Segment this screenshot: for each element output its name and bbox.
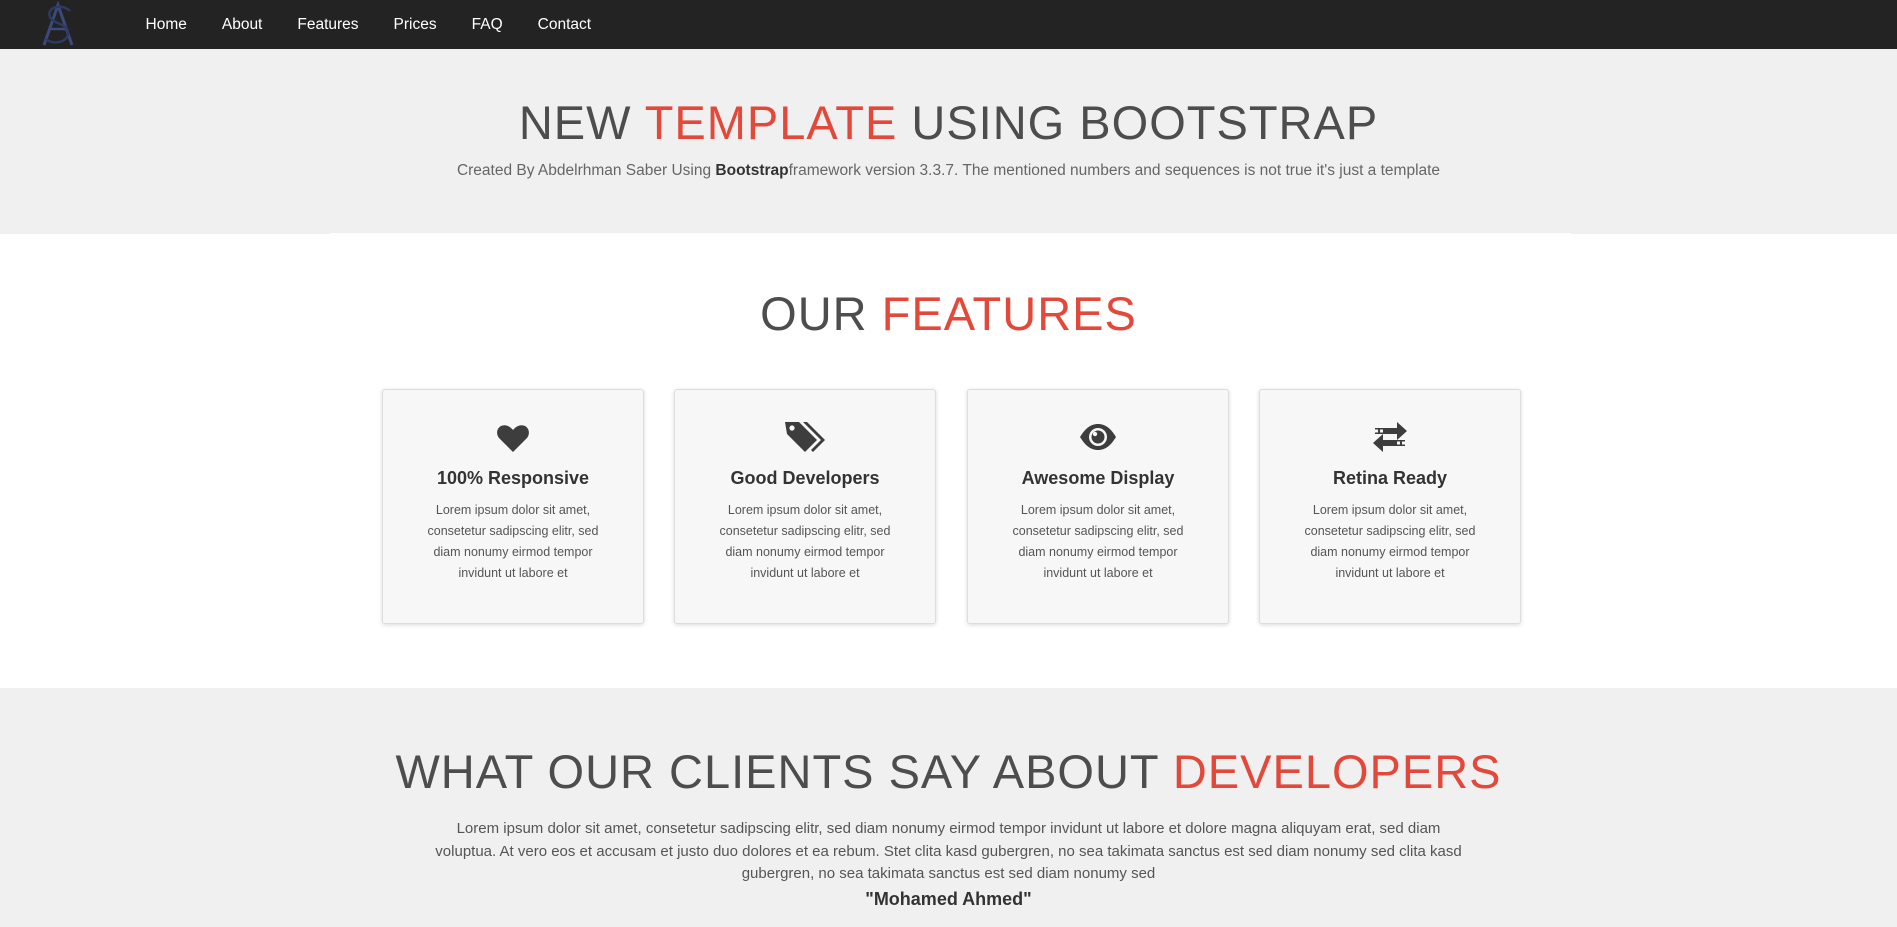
features-title-pre: OUR: [760, 287, 882, 340]
feature-card-text: Lorem ipsum dolor sit amet, consetetur s…: [1012, 503, 1184, 580]
logo-icon: [42, 0, 74, 46]
testimonial-author: "Mohamed Ahmed": [865, 889, 1032, 909]
feature-card-title: 100% Responsive: [436, 468, 590, 488]
hero-title-post: USING BOOTSTRAP: [897, 96, 1379, 149]
feature-card-text: Lorem ipsum dolor sit amet, consetetur s…: [719, 503, 891, 580]
hero-title-accent: TEMPLATE: [644, 96, 898, 149]
exchange-arrows-icon: [1260, 419, 1520, 455]
feature-card-developers: Good Developers Lorem ipsum dolor sit am…: [674, 389, 936, 624]
feature-card-text: Lorem ipsum dolor sit amet, consetetur s…: [427, 503, 599, 580]
feature-card-responsive: 100% Responsive Lorem ipsum dolor sit am…: [382, 389, 644, 624]
brand-logo[interactable]: [36, 0, 80, 47]
features-section: OUR FEATURES 100% Responsive Lorem ipsum…: [0, 234, 1897, 688]
testimonials-title-accent: DEVELOPERS: [1172, 745, 1502, 798]
nav-link-prices[interactable]: Prices: [376, 0, 454, 49]
nav-link-home[interactable]: Home: [128, 0, 204, 49]
nav-link-about[interactable]: About: [204, 0, 280, 49]
nav-link-contact[interactable]: Contact: [520, 0, 608, 49]
feature-card-title: Retina Ready: [1332, 468, 1448, 488]
hero-subtitle: Created By Abdelrhman Saber Using Bootst…: [0, 161, 1897, 181]
feature-card-text: Lorem ipsum dolor sit amet, consetetur s…: [1304, 503, 1476, 580]
features-title: OUR FEATURES: [0, 286, 1897, 342]
features-title-accent: FEATURES: [881, 287, 1137, 340]
eye-icon: [968, 419, 1228, 455]
nav-link-features[interactable]: Features: [280, 0, 376, 49]
nav-menu: Home About Features Prices FAQ Contact: [128, 0, 609, 49]
feature-card-title: Awesome Display: [1021, 468, 1175, 488]
hero-title: NEW TEMPLATE USING BOOTSTRAP: [0, 95, 1897, 151]
heart-icon: [383, 419, 643, 455]
testimonials-title: WHAT OUR CLIENTS SAY ABOUT DEVELOPERS: [0, 744, 1897, 800]
hero-section: NEW TEMPLATE USING BOOTSTRAP Created By …: [0, 49, 1897, 234]
hero-sub-post: framework version 3.3.7. The mentioned n…: [788, 162, 1441, 179]
feature-card-title: Good Developers: [730, 468, 880, 488]
testimonials-section: WHAT OUR CLIENTS SAY ABOUT DEVELOPERS Lo…: [0, 688, 1897, 927]
nav-link-faq[interactable]: FAQ: [454, 0, 520, 49]
navbar: Home About Features Prices FAQ Contact: [0, 0, 1897, 49]
hero-sub-bold: Bootstrap: [715, 162, 789, 179]
hero-title-pre: NEW: [518, 96, 645, 149]
tags-icon: [675, 419, 935, 455]
testimonials-title-pre: WHAT OUR CLIENTS SAY ABOUT: [395, 745, 1173, 798]
hero-sub-pre: Created By Abdelrhman Saber Using: [456, 162, 716, 179]
feature-card-retina: Retina Ready Lorem ipsum dolor sit amet,…: [1259, 389, 1521, 624]
feature-card-display: Awesome Display Lorem ipsum dolor sit am…: [967, 389, 1229, 624]
testimonial-text: Lorem ipsum dolor sit amet, consetetur s…: [435, 820, 1462, 882]
